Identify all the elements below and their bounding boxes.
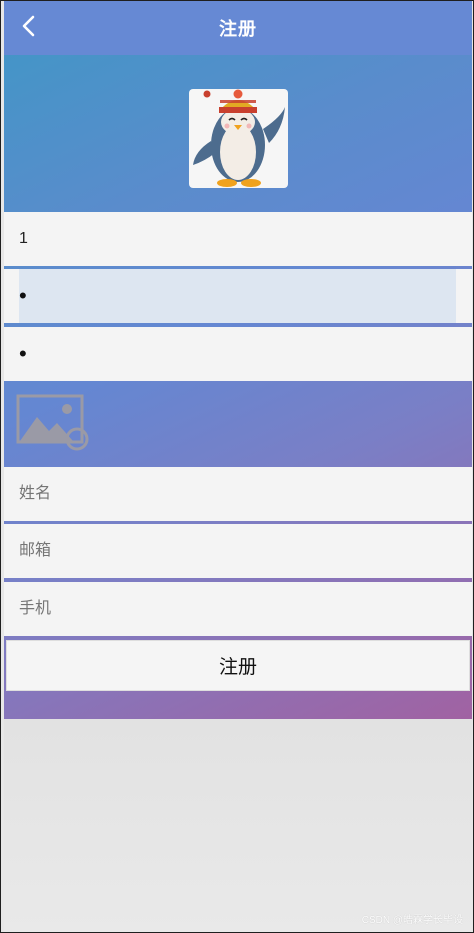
email-field[interactable] [4,524,472,578]
password-mask: • [19,283,27,308]
name-field[interactable] [4,467,472,521]
confirm-password-field[interactable]: • [4,327,472,381]
password-input-box[interactable]: • [19,269,456,323]
app-frame: 注册 1 • • 姓名 邮箱 手机 注册 CSDN @皓霖学长毕设 [0,0,474,933]
empty-area [4,719,472,932]
phone-field[interactable] [4,582,472,636]
register-button[interactable]: 注册 [6,640,470,691]
username-input[interactable] [19,212,457,266]
image-placeholder-icon [15,394,91,457]
email-input[interactable] [19,524,457,578]
watermark-text: CSDN @皓霖学长毕设 [361,915,463,926]
header-bar: 注册 [4,1,472,55]
name-input[interactable] [19,467,457,521]
password-field[interactable]: • [4,269,472,323]
avatar-picker[interactable] [189,89,288,188]
username-field[interactable] [4,212,472,266]
confirm-password-mask: • [19,341,27,366]
phone-input[interactable] [19,582,457,636]
page-title: 注册 [219,19,257,39]
image-upload-button[interactable] [15,393,91,453]
penguin-avatar-icon [189,89,288,188]
